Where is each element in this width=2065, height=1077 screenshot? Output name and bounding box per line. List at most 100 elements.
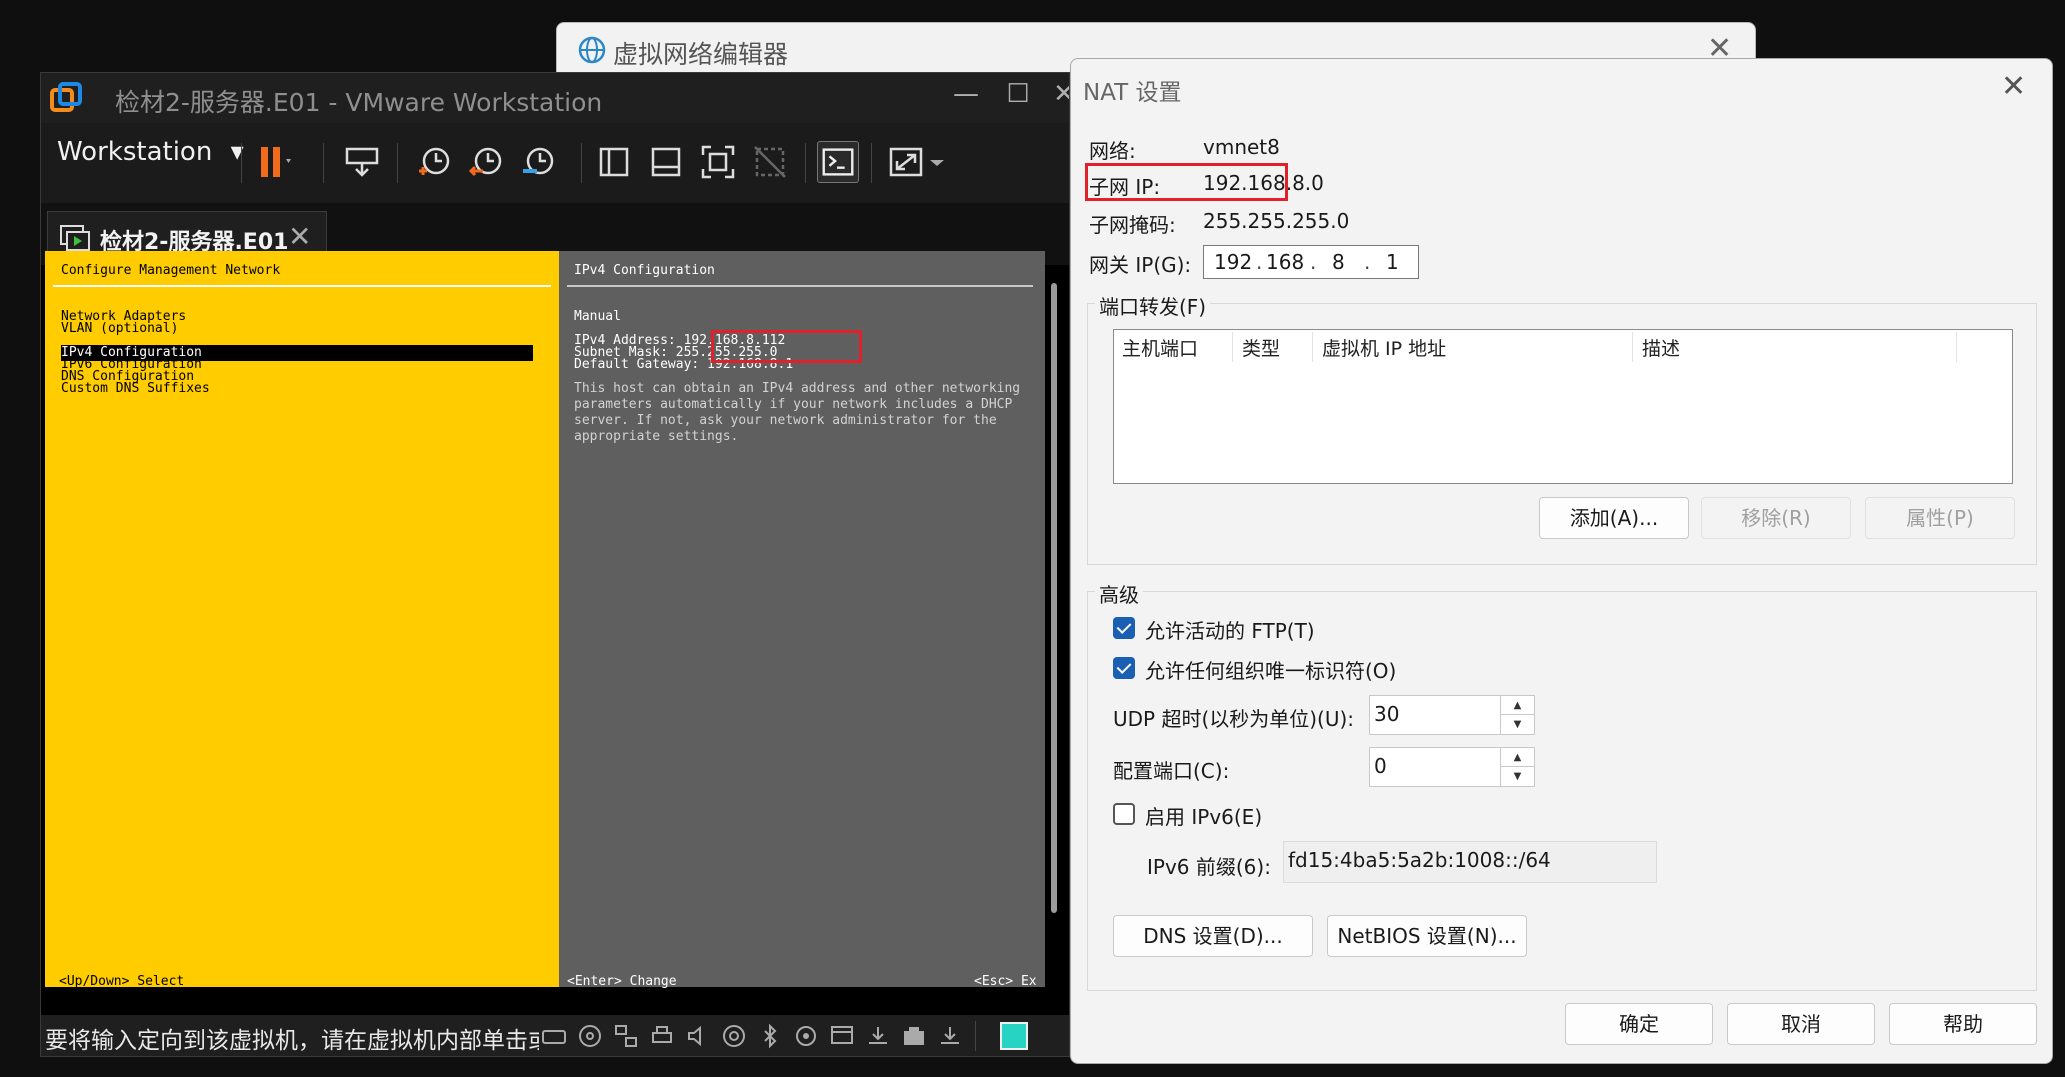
- toolbar-divider: [323, 143, 324, 183]
- close-button[interactable]: ✕: [1044, 79, 1069, 109]
- menu-item-custom-dns-suffixes: Custom DNS Suffixes: [61, 381, 210, 396]
- column-divider: [1232, 332, 1233, 362]
- ok-button[interactable]: 确定: [1565, 1003, 1713, 1045]
- printer-icon[interactable]: [649, 1023, 675, 1049]
- ipv6-prefix-label: IPv6 前缀(6):: [1147, 855, 1271, 879]
- library-icon[interactable]: [593, 141, 635, 183]
- usb-icon[interactable]: [721, 1023, 747, 1049]
- gateway-octet-1: 192: [1214, 250, 1253, 274]
- allow-active-ftp-label: 允许活动的 FTP(T): [1145, 619, 1315, 643]
- allow-any-oui-label: 允许任何组织唯一标识符(O): [1145, 659, 1397, 683]
- gateway-octet-2: 168: [1266, 250, 1305, 274]
- vertical-scrollbar[interactable]: [1051, 283, 1057, 913]
- subnet-mask-value: 255.255.255.0: [1203, 209, 1350, 233]
- sound-icon[interactable]: [685, 1023, 711, 1049]
- ip-dot: .: [1310, 250, 1317, 274]
- keyboard-icon[interactable]: [901, 1023, 927, 1049]
- ipv6-prefix-field[interactable]: fd15:4ba5:5a2b:1008::/64: [1283, 841, 1657, 883]
- nat-settings-dialog: NAT 设置 ✕ 网络: vmnet8 子网 IP: 192.168.8.0 子…: [1070, 58, 2053, 1064]
- column-header[interactable]: 主机端口: [1122, 334, 1198, 361]
- stepper-down-icon[interactable]: ▼: [1501, 715, 1534, 734]
- enable-ipv6-label: 启用 IPv6(E): [1145, 805, 1263, 829]
- port-forwarding-label: 端口转发(F): [1095, 291, 1211, 320]
- stretch-icon[interactable]: [885, 141, 927, 183]
- download2-icon[interactable]: [937, 1023, 963, 1049]
- add-button[interactable]: 添加(A)...: [1539, 497, 1689, 539]
- close-button[interactable]: ✕: [2001, 69, 2026, 104]
- pane-title: Configure Management Network: [61, 263, 281, 278]
- ip-dot: .: [1364, 250, 1371, 274]
- toolbar-divider: [397, 143, 398, 183]
- footer-hint: <Enter> Change: [567, 974, 677, 989]
- stepper-up-icon[interactable]: ▲: [1501, 748, 1534, 767]
- workstation-menu[interactable]: Workstation ▾: [57, 137, 244, 167]
- chevron-down-icon[interactable]: [927, 141, 947, 183]
- footer-hint-esc: <Esc> Ex: [974, 974, 1037, 989]
- vm-console[interactable]: Configure Management Network Network Ada…: [45, 251, 1045, 989]
- fullscreen-icon[interactable]: [697, 141, 739, 183]
- subnet-mask-label: 子网掩码:: [1089, 213, 1176, 237]
- display-icon[interactable]: [829, 1023, 855, 1049]
- config-port-stepper[interactable]: 0 ▲ ▼: [1369, 747, 1535, 787]
- vmware-workstation-window: 检材2-服务器.E01 - VMware Workstation — ☐ ✕ W…: [40, 72, 1070, 1057]
- help-button[interactable]: 帮助: [1889, 1003, 2037, 1045]
- send-ctrl-alt-del-icon[interactable]: [341, 141, 383, 183]
- remove-button[interactable]: 移除(R): [1701, 497, 1851, 539]
- cd-icon[interactable]: [577, 1023, 603, 1049]
- status-divider: [975, 1021, 976, 1051]
- config-port-label: 配置端口(C):: [1113, 759, 1230, 783]
- unity-icon[interactable]: [749, 141, 791, 183]
- console-view-icon[interactable]: [817, 141, 859, 183]
- column-header[interactable]: 类型: [1242, 334, 1280, 361]
- stepper-down-icon[interactable]: ▼: [1501, 767, 1534, 786]
- minimize-button[interactable]: —: [946, 79, 986, 109]
- revert-snapshot-icon[interactable]: [465, 141, 507, 183]
- tab-close-button[interactable]: ✕: [288, 220, 311, 253]
- udp-timeout-stepper[interactable]: 30 ▲ ▼: [1369, 695, 1535, 735]
- thumbnail-icon[interactable]: [645, 141, 687, 183]
- stepper-up-icon[interactable]: ▲: [1501, 696, 1534, 715]
- column-header[interactable]: 描述: [1642, 334, 1680, 361]
- toolbar-divider: [581, 143, 582, 183]
- pause-icon[interactable]: [253, 141, 295, 183]
- dns-settings-button[interactable]: DNS 设置(D)...: [1113, 915, 1313, 957]
- column-divider: [1956, 332, 1957, 362]
- gateway-ip-label: 网关 IP(G):: [1089, 253, 1192, 277]
- window-title: 检材2-服务器.E01 - VMware Workstation: [115, 88, 603, 117]
- cancel-button[interactable]: 取消: [1727, 1003, 1875, 1045]
- maximize-button[interactable]: ☐: [998, 79, 1038, 109]
- stepper-buttons: ▲ ▼: [1500, 696, 1534, 734]
- enable-ipv6-checkbox[interactable]: [1113, 803, 1135, 825]
- bluetooth-icon[interactable]: [757, 1023, 783, 1049]
- pane-title: IPv4 Configuration: [574, 263, 715, 278]
- netbios-settings-button[interactable]: NetBIOS 设置(N)...: [1327, 915, 1527, 957]
- network-icon[interactable]: [613, 1023, 639, 1049]
- vm-running-icon: [60, 225, 90, 251]
- port-forwarding-table[interactable]: 主机端口 类型 虚拟机 IP 地址 描述: [1113, 329, 2013, 484]
- divider: [567, 285, 1033, 287]
- column-header[interactable]: 虚拟机 IP 地址: [1322, 334, 1446, 361]
- ip-dot: .: [1256, 250, 1263, 274]
- udp-timeout-value: 30: [1374, 702, 1400, 726]
- status-bar: 要将输入定向到该虚拟机，请在虚拟机内部单击或按 Ctrl+G。: [41, 1015, 1069, 1056]
- allow-any-oui-checkbox[interactable]: [1113, 657, 1135, 679]
- footer-hint: <Up/Down> Select: [59, 974, 185, 989]
- vm-status-icon[interactable]: [999, 1021, 1029, 1051]
- status-message: 要将输入定向到该虚拟机，请在虚拟机内部单击或按 Ctrl+G。: [45, 1028, 539, 1054]
- config-port-value: 0: [1374, 754, 1387, 778]
- gateway-octet-4: 1: [1386, 250, 1399, 274]
- dialog-title: NAT 设置: [1083, 80, 1182, 106]
- hdd-icon[interactable]: [541, 1023, 567, 1049]
- toolbar: Workstation ▾: [41, 123, 1069, 203]
- download-icon[interactable]: [865, 1023, 891, 1049]
- network-label: 网络:: [1089, 139, 1136, 163]
- camera-icon[interactable]: [793, 1023, 819, 1049]
- properties-button[interactable]: 属性(P): [1865, 497, 2015, 539]
- snapshot-manager-icon[interactable]: [517, 141, 559, 183]
- toolbar-divider: [805, 143, 806, 183]
- stepper-buttons: ▲ ▼: [1500, 748, 1534, 786]
- gateway-ip-field[interactable]: 192 . 168 . 8 . 1: [1203, 245, 1419, 279]
- snapshot-icon[interactable]: [413, 141, 455, 183]
- toolbar-divider: [871, 143, 872, 183]
- allow-active-ftp-checkbox[interactable]: [1113, 617, 1135, 639]
